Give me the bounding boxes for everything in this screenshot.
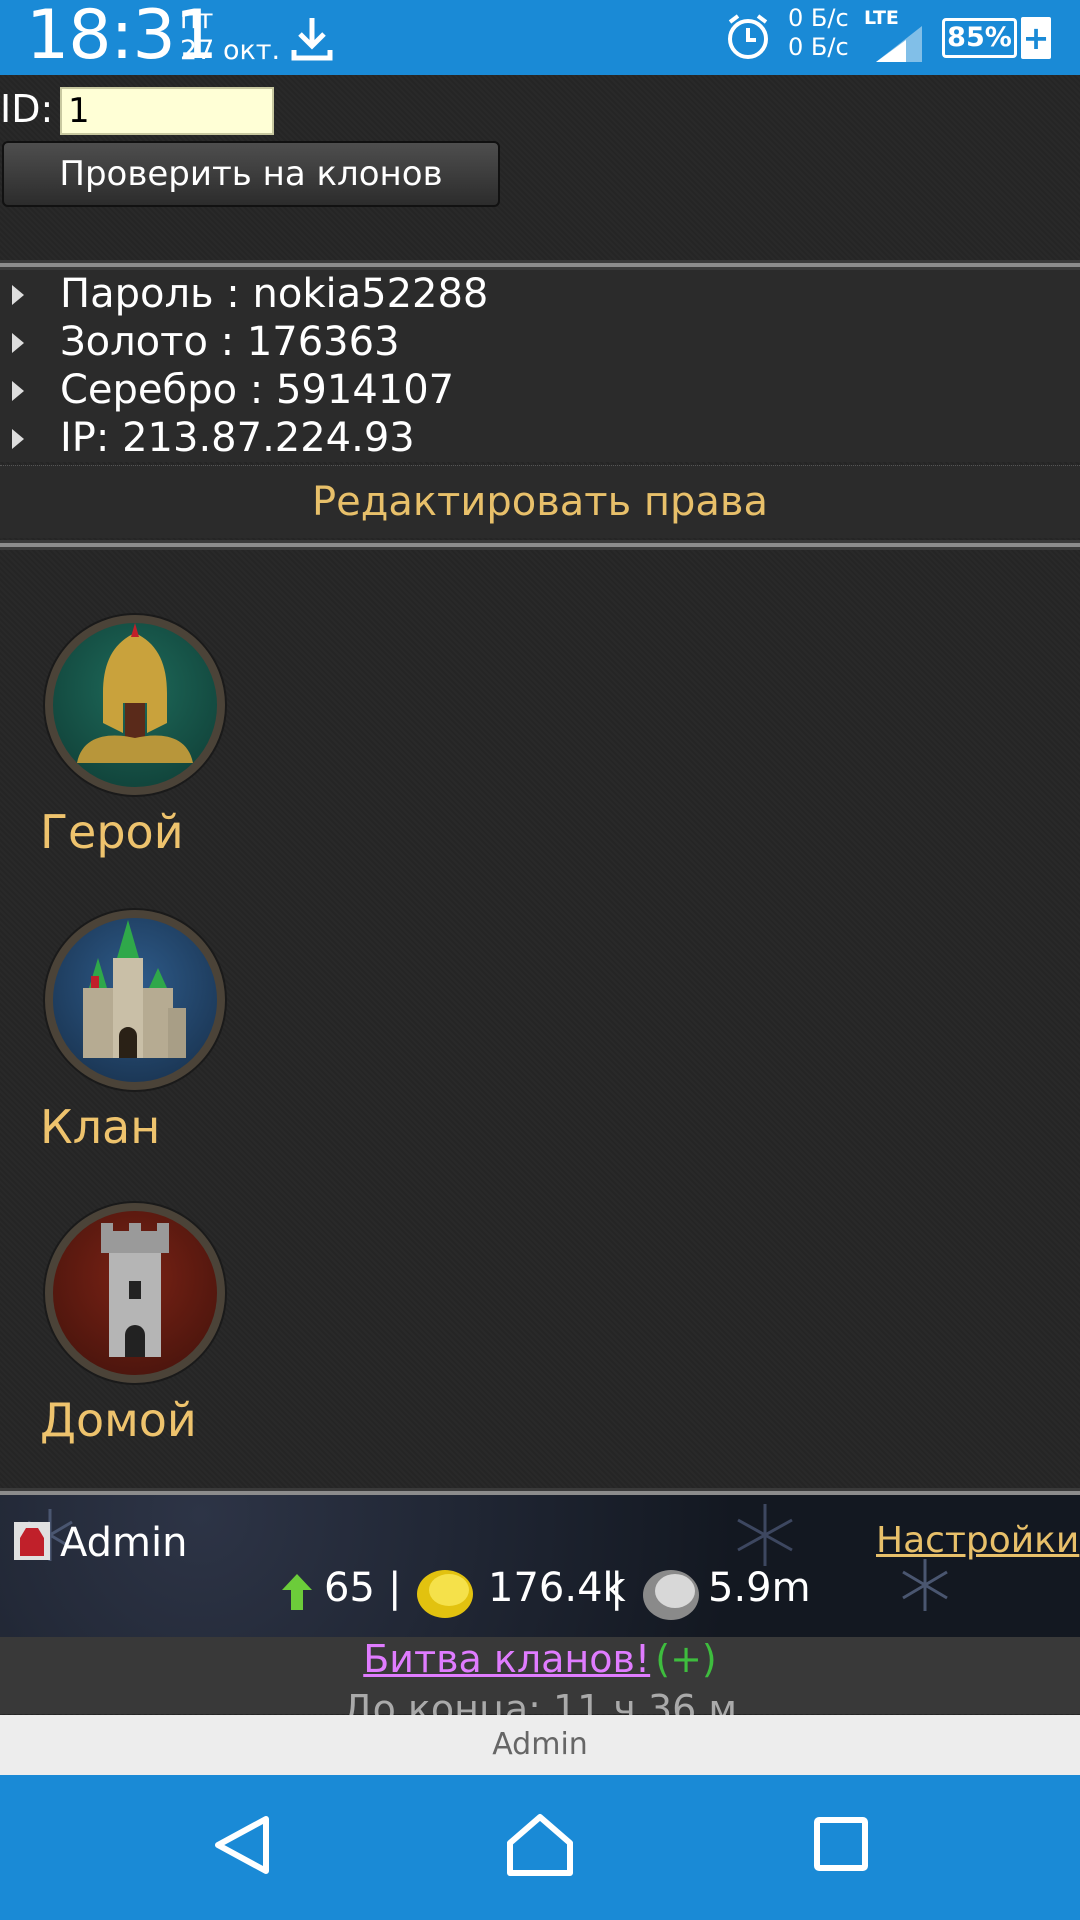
level-value: 65 xyxy=(324,1565,375,1611)
menu-label-clan: Клан xyxy=(40,1100,161,1154)
download-icon xyxy=(291,18,333,61)
clan-battle-banner: Битва кланов! (+) До конца: 11 ч 36 м xyxy=(0,1637,1080,1731)
list-item: Серебро : 5914107 xyxy=(0,366,1080,414)
network-speed: 0 Б/с 0 Б/с xyxy=(788,4,849,62)
separator: | xyxy=(610,1565,624,1611)
info-password: Пароль : nokia52288 xyxy=(60,271,489,317)
menu-label-hero: Герой xyxy=(40,805,184,859)
home-tower-icon xyxy=(45,1203,225,1383)
settings-link[interactable]: Настройки xyxy=(876,1520,1079,1561)
helmet-graphic xyxy=(77,623,193,763)
info-ip: IP: 213.87.224.93 xyxy=(60,415,415,461)
hero-helmet-icon xyxy=(45,615,225,795)
clan-battle-link[interactable]: Битва кланов! xyxy=(363,1637,650,1681)
date: пт 27 окт. xyxy=(180,4,280,66)
username[interactable]: Admin xyxy=(60,1520,187,1566)
status-bar: 18:31 пт 27 окт. 0 Б/с 0 Б/с LTE 85% + xyxy=(0,0,1080,75)
page-content: ID: Проверить на клонов Пароль : nokia52… xyxy=(0,75,1080,1715)
check-clones-button[interactable]: Проверить на клонов xyxy=(2,141,500,207)
snowflake-icon xyxy=(737,1504,793,1566)
info-gold: Золото : 176363 xyxy=(60,319,400,365)
clan-castle-icon xyxy=(45,910,225,1090)
bullet-icon xyxy=(12,429,24,449)
day-label: пт xyxy=(180,4,214,35)
menu-hero[interactable]: Герой xyxy=(40,615,340,859)
net-up: 0 Б/с xyxy=(788,4,849,32)
list-item: IP: 213.87.224.93 xyxy=(0,414,1080,462)
navigation-bar xyxy=(0,1775,1080,1920)
back-icon[interactable] xyxy=(210,1813,274,1877)
bullet-icon xyxy=(12,285,24,305)
app-title-bar: Admin xyxy=(0,1715,1080,1775)
menu-home[interactable]: Домой xyxy=(40,1203,340,1447)
bullet-icon xyxy=(12,381,24,401)
charging-plus: + xyxy=(1021,17,1051,59)
net-down: 0 Б/с xyxy=(788,33,849,61)
battery-percent: 85% xyxy=(947,22,1012,53)
divider xyxy=(0,260,1080,270)
gold-value: 176.4k xyxy=(488,1565,626,1611)
date-label: 27 окт. xyxy=(180,35,281,66)
info-list: Пароль : nokia52288 Золото : 176363 Сере… xyxy=(0,270,1080,462)
menu-clan[interactable]: Клан xyxy=(40,910,340,1154)
list-item: Пароль : nokia52288 xyxy=(0,270,1080,318)
clan-battle-plus[interactable]: (+) xyxy=(655,1637,717,1681)
gold-coin-icon xyxy=(417,1570,473,1618)
alarm-icon xyxy=(728,14,768,59)
silver-value: 5.9m xyxy=(708,1565,811,1611)
bullet-icon xyxy=(12,333,24,353)
level-up-arrow-icon xyxy=(282,1574,312,1610)
home-icon[interactable] xyxy=(504,1811,576,1877)
divider xyxy=(0,540,1080,550)
list-item: Золото : 176363 xyxy=(0,318,1080,366)
info-silver: Серебро : 5914107 xyxy=(60,367,455,413)
tower-graphic xyxy=(101,1223,169,1357)
signal-icon xyxy=(876,26,922,62)
id-label: ID: xyxy=(0,87,54,131)
edit-rights-link[interactable]: Редактировать права xyxy=(0,465,1080,538)
silver-coin-icon xyxy=(643,1570,699,1620)
menu-label-home: Домой xyxy=(40,1393,197,1447)
admin-badge-icon xyxy=(14,1522,50,1560)
snowflake-icon xyxy=(902,1559,948,1611)
castle-graphic xyxy=(83,920,186,1058)
battery-icon: 85% xyxy=(942,18,1017,58)
separator: | xyxy=(388,1565,402,1611)
id-input[interactable] xyxy=(60,87,274,135)
recents-icon[interactable] xyxy=(812,1815,870,1873)
